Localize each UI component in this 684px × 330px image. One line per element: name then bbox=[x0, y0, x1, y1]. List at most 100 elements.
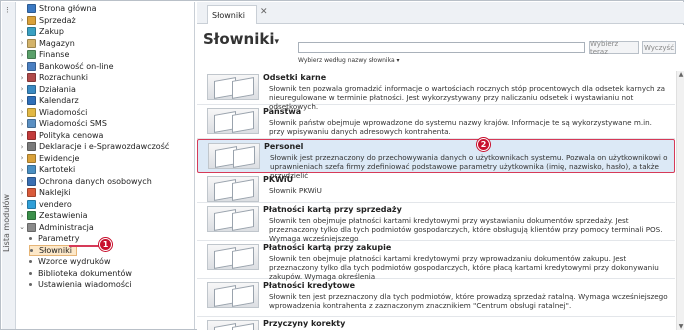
list-item-name: Państwa bbox=[263, 107, 302, 116]
dictionary-icon bbox=[208, 143, 260, 169]
nav-item[interactable]: › Zakup bbox=[17, 26, 64, 37]
expand-arrow-icon[interactable]: › bbox=[17, 143, 27, 151]
collapse-icon[interactable]: ⁝ bbox=[6, 6, 9, 16]
callout-line-1 bbox=[69, 245, 101, 247]
list-item-name: Przyczyny korekty bbox=[263, 319, 346, 328]
nav-item-label: Ewidencje bbox=[39, 153, 80, 163]
module-icon bbox=[27, 130, 36, 140]
expand-arrow-icon[interactable]: › bbox=[17, 28, 27, 36]
nav-subitem[interactable]: Biblioteka dokumentów bbox=[29, 268, 132, 279]
module-icon bbox=[27, 15, 36, 25]
module-icon bbox=[27, 199, 36, 209]
expand-arrow-icon[interactable]: › bbox=[17, 131, 27, 139]
list-item[interactable]: Płatności kartą przy sprzedaży Słownik te… bbox=[197, 203, 675, 243]
navigation-tree: Strona główna › Sprzedaż › Zakup › Magazyn › Fin… bbox=[17, 2, 195, 329]
nav-item[interactable]: › vendero bbox=[17, 199, 72, 210]
list-item[interactable]: Płatności kredytowe Słownik ten jest prze… bbox=[197, 279, 675, 317]
list-item[interactable]: Odsetki karne Słownik ten pozwala gromadz… bbox=[197, 71, 675, 111]
expand-arrow-icon[interactable]: › bbox=[17, 97, 27, 105]
clear-button[interactable]: Wyczyść bbox=[642, 41, 676, 54]
tab-slowniki[interactable]: Słowniki bbox=[207, 5, 257, 24]
expand-arrow-icon[interactable]: › bbox=[17, 154, 27, 162]
expand-arrow-icon[interactable]: › bbox=[17, 177, 27, 185]
dictionary-icon bbox=[207, 320, 259, 330]
tab-bar: Słowniki ✕ bbox=[197, 2, 684, 24]
list-item-name: Płatności kredytowe bbox=[263, 281, 356, 290]
close-icon[interactable]: ✕ bbox=[260, 7, 268, 17]
nav-item-label: Naklejki bbox=[39, 188, 71, 197]
list-item[interactable]: PKWiU Słownik PKWiU bbox=[197, 173, 675, 203]
scroll-up-icon[interactable]: ▲ bbox=[677, 71, 684, 78]
nav-subitem[interactable]: Wzorce wydruków bbox=[29, 256, 110, 267]
nav-item[interactable]: › Zestawienia bbox=[17, 210, 88, 221]
module-icon bbox=[27, 153, 36, 163]
dictionary-icon bbox=[207, 206, 259, 232]
nav-item[interactable]: › Polityka cenowa bbox=[17, 130, 103, 141]
nav-subitem[interactable]: Ustawienia wiadomości bbox=[29, 279, 132, 290]
list-item-name: Odsetki karne bbox=[263, 73, 327, 82]
expand-arrow-icon[interactable]: › bbox=[17, 189, 27, 197]
list-item-description: Słownik PKWiU bbox=[269, 186, 322, 195]
expand-arrow-icon[interactable]: › bbox=[17, 16, 27, 24]
nav-item[interactable]: › Magazyn bbox=[17, 38, 75, 49]
nav-item[interactable]: › Ochrona danych osobowych bbox=[17, 176, 152, 187]
expand-arrow-icon[interactable]: › bbox=[17, 108, 27, 116]
expand-arrow-icon[interactable]: › bbox=[17, 212, 27, 220]
nav-item[interactable]: › Deklaracje i e-Sprawozdawczość bbox=[17, 141, 169, 152]
nav-item[interactable]: ⌄ Administracja bbox=[17, 222, 94, 233]
nav-item-label: Deklaracje i e-Sprawozdawczość bbox=[39, 142, 170, 151]
list-item[interactable]: Przyczyny korekty bbox=[197, 317, 675, 330]
expand-arrow-icon[interactable]: › bbox=[17, 51, 27, 59]
search-input[interactable] bbox=[298, 42, 585, 53]
list-item[interactable]: Płatności kartą przy zakupie Słownik ten … bbox=[197, 241, 675, 281]
nav-item[interactable]: › Kalendarz bbox=[17, 95, 79, 106]
vertical-scrollbar[interactable]: ▲ ▼ bbox=[676, 71, 684, 330]
nav-item-label: Działania bbox=[39, 84, 76, 94]
nav-item[interactable]: › Rozrachunki bbox=[17, 72, 88, 83]
list-item-description: Słownik ten jest przeznaczony dla tych p… bbox=[269, 292, 668, 310]
expand-arrow-icon[interactable]: › bbox=[17, 166, 27, 174]
nav-subitem-label: Wzorce wydruków bbox=[38, 257, 111, 266]
list-item[interactable]: Państwa Słownik państw obejmuje wprowadzo… bbox=[197, 105, 675, 139]
nav-item[interactable]: › Sprzedaż bbox=[17, 15, 76, 26]
nav-item[interactable]: › Wiadomości SMS bbox=[17, 118, 107, 129]
nav-item[interactable]: › Bankowość on-line bbox=[17, 61, 114, 72]
search-by-name-link[interactable]: Wybierz według nazwy słownika ▾ bbox=[298, 57, 400, 64]
list-item-description: Słownik ten obejmuje płatności kartami k… bbox=[269, 216, 663, 243]
nav-item-label: Kartoteki bbox=[39, 165, 76, 174]
expand-arrow-icon[interactable]: › bbox=[17, 62, 27, 70]
select-now-button[interactable]: Wybierz teraz bbox=[589, 40, 639, 56]
nav-item-label: Finanse bbox=[39, 50, 70, 59]
nav-item[interactable]: › Kartoteki bbox=[17, 164, 75, 175]
expand-arrow-icon[interactable]: ⌄ bbox=[17, 223, 27, 231]
scroll-down-icon[interactable]: ▼ bbox=[677, 323, 684, 330]
expand-arrow-icon[interactable]: › bbox=[17, 200, 27, 208]
expand-arrow-icon[interactable]: › bbox=[17, 85, 27, 93]
nav-item-label: Rozrachunki bbox=[39, 73, 88, 82]
list-item-name: Płatności kartą przy sprzedaży bbox=[263, 205, 402, 214]
nav-item[interactable]: › Wiadomości bbox=[17, 107, 87, 118]
module-icon bbox=[27, 142, 36, 151]
bullet-icon bbox=[29, 271, 32, 275]
page-title[interactable]: Słowniki▾ bbox=[203, 30, 279, 48]
bullet-icon bbox=[29, 237, 32, 240]
list-item[interactable]: Personel Słownik jest przeznaczony do prz… bbox=[197, 139, 675, 180]
expand-arrow-icon[interactable]: › bbox=[17, 74, 27, 82]
module-icon bbox=[27, 73, 36, 82]
nav-subitem[interactable]: Parametry bbox=[29, 233, 79, 244]
expand-arrow-icon[interactable]: › bbox=[17, 39, 27, 47]
nav-item-label: Administracja bbox=[39, 222, 94, 232]
module-icon bbox=[27, 176, 36, 186]
list-item-name: Personel bbox=[264, 142, 304, 151]
nav-item-label: Kalendarz bbox=[39, 96, 79, 105]
nav-item[interactable]: › Działania bbox=[17, 84, 76, 95]
nav-item[interactable]: › Finanse bbox=[17, 49, 69, 60]
nav-item-label: Zakup bbox=[39, 27, 64, 36]
module-list-strip[interactable]: ⁝ Lista modułów bbox=[2, 2, 16, 329]
nav-item[interactable]: › Naklejki bbox=[17, 187, 71, 198]
expand-arrow-icon[interactable]: › bbox=[17, 120, 27, 128]
nav-item[interactable]: › Ewidencje bbox=[17, 153, 79, 164]
app-window: ⁝ Lista modułów Strona główna › Sprzedaż › Z… bbox=[0, 0, 684, 330]
nav-item[interactable]: Strona główna bbox=[17, 3, 97, 14]
module-icon bbox=[27, 4, 36, 13]
